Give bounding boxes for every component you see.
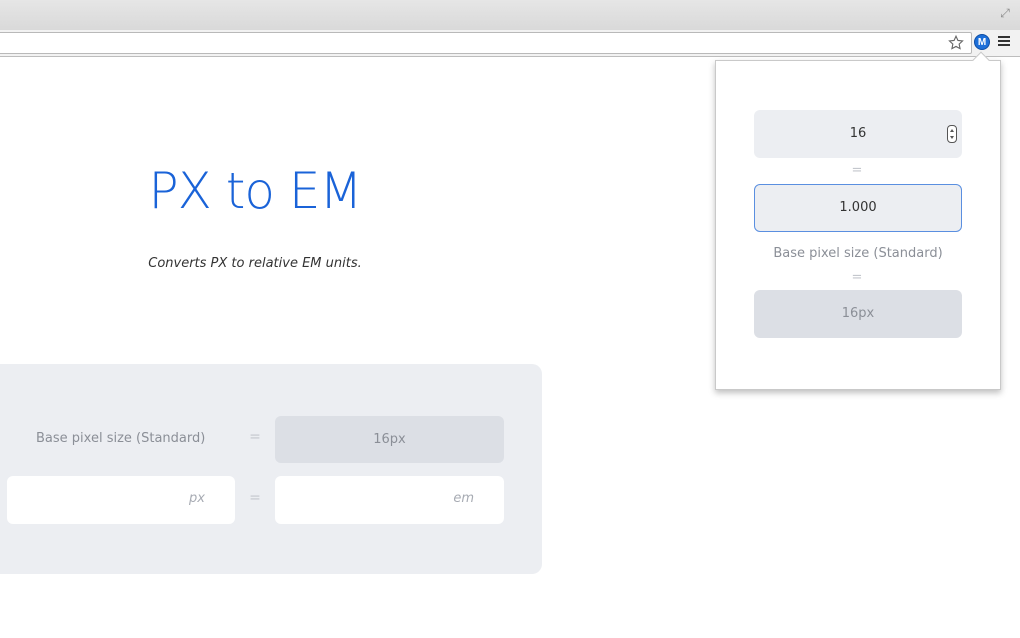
equals-sign: = (249, 429, 261, 445)
extension-icon[interactable]: M (974, 34, 990, 50)
em-unit-label: em (453, 491, 474, 506)
popup-em-input[interactable]: 1.000 (754, 184, 962, 232)
browser-titlebar: ⤢ (0, 0, 1020, 30)
page-subtitle: Converts PX to relative EM units. (148, 256, 362, 271)
popup-equals-sign: = (851, 270, 863, 285)
popup-base-label: Base pixel size (Standard) (773, 246, 943, 261)
base-pixel-value: 16px (275, 416, 504, 463)
browser-toolbar (0, 30, 1020, 57)
popup-equals-sign: = (851, 163, 863, 178)
popup-em-value: 1.000 (839, 200, 877, 215)
address-bar[interactable] (0, 32, 972, 54)
popup-base-value: 16px (754, 290, 962, 338)
popup-px-value: 16 (849, 126, 867, 141)
popup-px-input[interactable]: 16 (754, 110, 962, 158)
base-pixel-label: Base pixel size (Standard) (36, 431, 206, 446)
spinner-icon[interactable] (947, 125, 957, 143)
px-input[interactable]: px (7, 476, 235, 524)
converter-panel (0, 364, 542, 574)
em-input[interactable]: em (275, 476, 504, 524)
px-unit-label: px (189, 491, 205, 506)
equals-sign: = (249, 490, 261, 506)
page-title: PX to EM (148, 162, 362, 220)
star-icon[interactable] (947, 34, 965, 52)
chrome-menu-icon[interactable] (998, 36, 1010, 48)
expand-icon[interactable]: ⤢ (998, 6, 1012, 20)
